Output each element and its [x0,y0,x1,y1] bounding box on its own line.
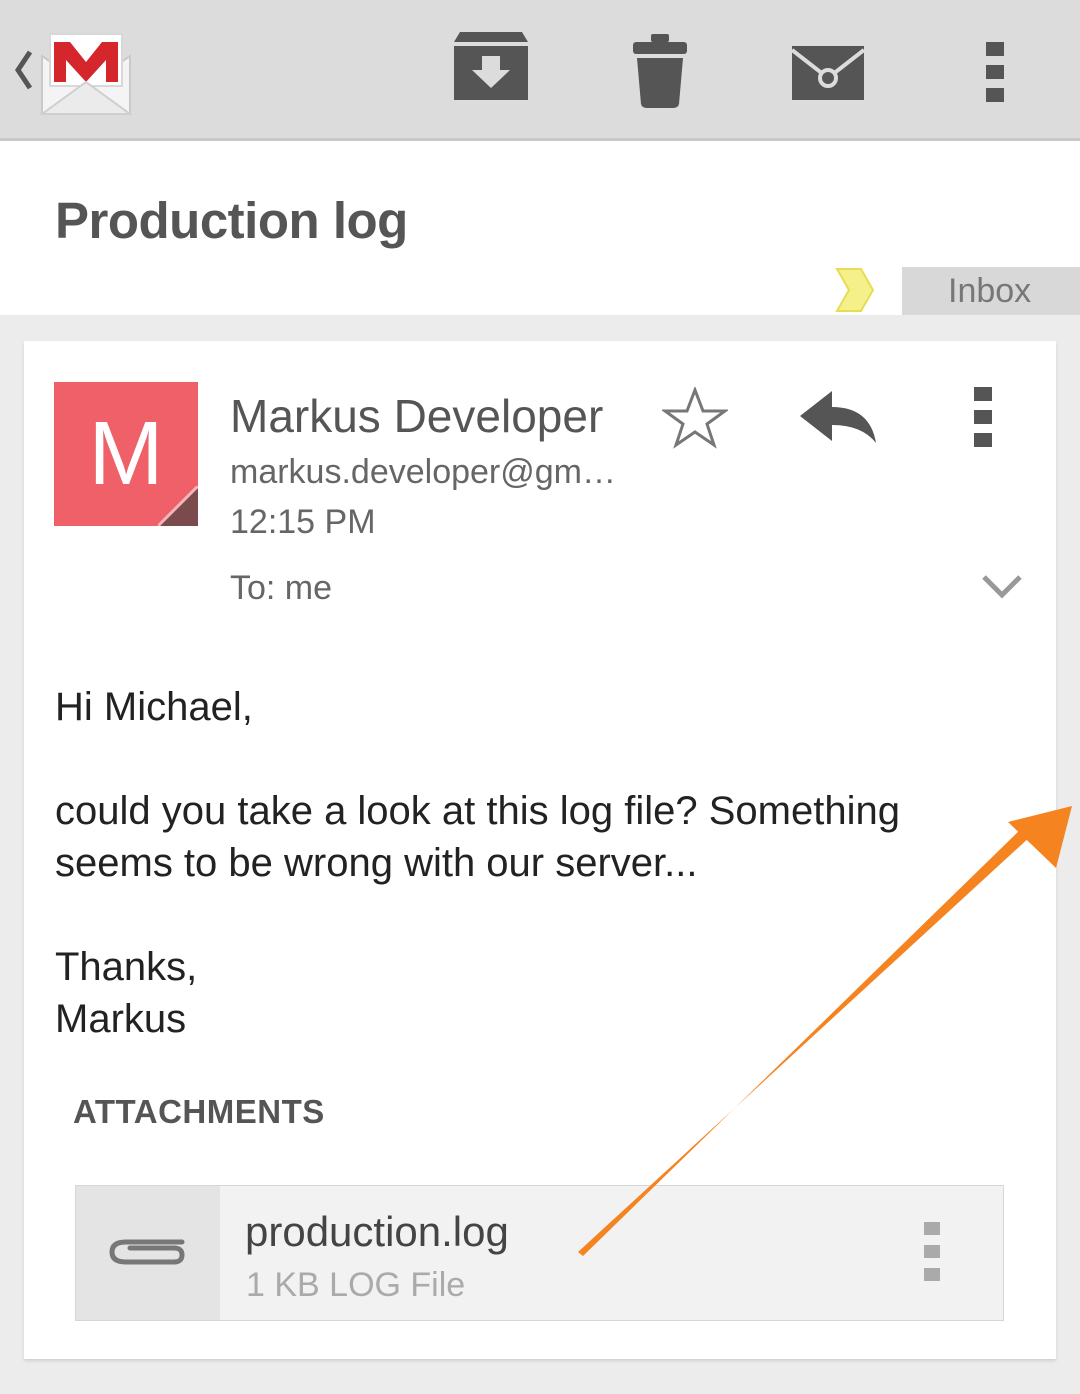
avatar[interactable]: M [54,382,198,526]
body-closing: Thanks, [55,945,198,989]
delete-icon[interactable] [633,34,687,108]
attachment-item[interactable]: production.log 1 KB LOG File [75,1185,1004,1321]
recipients[interactable]: To: me [230,569,332,608]
sent-time: 12:15 PM [230,503,376,541]
body-line: could you take a look at this log file? … [55,789,900,833]
action-bar [0,0,1080,141]
attachment-overflow-icon[interactable] [924,1222,940,1282]
mark-unread-icon[interactable] [792,46,864,100]
overflow-menu-icon[interactable] [986,42,1004,102]
label-chevron-icon [835,268,875,312]
conversation-subject: Production log [55,192,408,249]
attachment-icon-box [76,1186,220,1320]
gmail-logo[interactable] [38,26,134,118]
star-icon[interactable] [662,387,728,449]
attachments-heading: ATTACHMENTS [73,1093,325,1130]
message-card: M Markus Developer markus.developer@gm… … [24,341,1056,1359]
message-overflow-icon[interactable] [974,387,992,447]
sender-email: markus.developer@gm… [230,453,616,491]
paperclip-icon [109,1239,185,1265]
conversation-header: Production log Inbox [0,141,1080,315]
chevron-down-icon[interactable] [980,573,1024,601]
avatar-fold-icon [158,486,198,526]
up-caret-icon[interactable] [12,48,34,92]
body-signature: Markus [55,997,187,1041]
body-greeting: Hi Michael, [55,685,253,729]
attachment-meta: 1 KB LOG File [246,1266,466,1304]
body-line: seems to be wrong with our server... [55,841,698,885]
reply-icon[interactable] [800,389,878,449]
attachment-name: production.log [245,1208,509,1255]
sender-name: Markus Developer [230,390,604,442]
message-body: Hi Michael, could you take a look at thi… [55,681,1015,1045]
archive-icon[interactable] [454,30,528,102]
label-inbox[interactable]: Inbox [902,267,1080,315]
